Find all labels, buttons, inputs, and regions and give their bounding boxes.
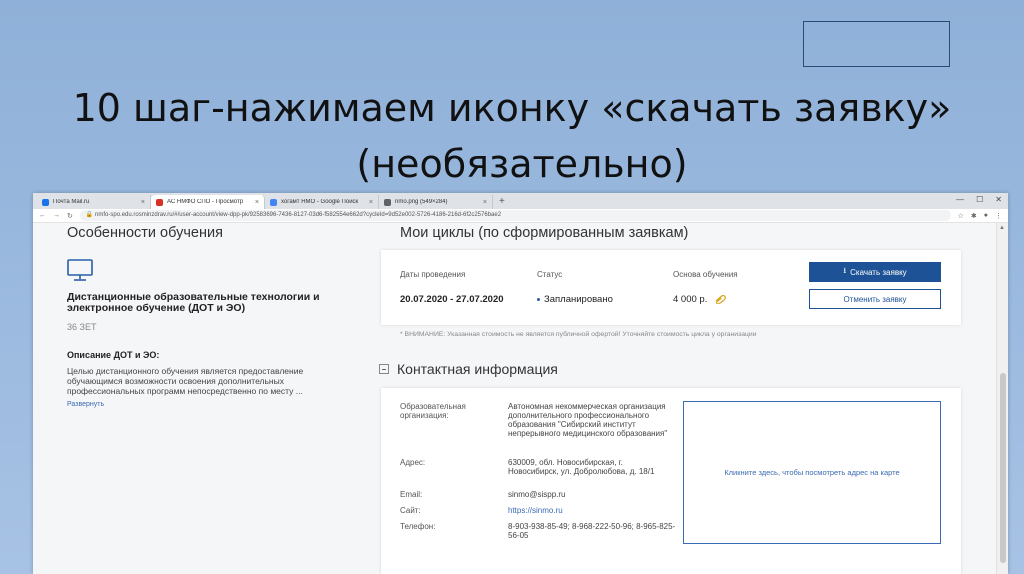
cycle-dates: 20.07.2020 - 27.07.2020 [400, 294, 504, 305]
basis-text: 4 000 р. [673, 294, 708, 305]
tab-label: nmo.png (549×284) [395, 199, 448, 205]
phone-value: 8-903-938-85-49; 8-968-222-50-96; 8-965-… [508, 522, 676, 540]
description-title: Описание ДОТ и ЭО: [67, 350, 160, 360]
monitor-icon [67, 259, 93, 281]
reload-icon[interactable]: ↻ [67, 212, 73, 220]
tab-google[interactable]: хогамт НМО - Google Поиск × [265, 195, 379, 209]
cancel-application-button[interactable]: Отменить заявку [809, 289, 941, 309]
minimize-icon[interactable]: — [956, 195, 964, 204]
org-label: Образовательная организация: [400, 402, 466, 420]
contact-heading: Контактная информация [397, 361, 558, 377]
forward-icon[interactable]: → [53, 212, 60, 219]
page-content: Особенности обучения Дистанционные образ… [33, 223, 1008, 574]
slide-title: 10 шаг-нажимаем иконку «скачать заявку» … [0, 80, 1024, 192]
close-icon[interactable]: × [369, 199, 373, 206]
site-link[interactable]: https://sinmo.ru [508, 506, 688, 515]
close-window-icon[interactable]: ✕ [995, 195, 1002, 204]
tab-label: хогамт НМО - Google Поиск [281, 199, 359, 205]
download-button-label: Скачать заявку [850, 267, 907, 277]
paperclip-icon[interactable] [714, 294, 726, 304]
tab-label: Почта Mail.ru [53, 199, 90, 205]
dates-column-header: Даты проведения [400, 270, 466, 279]
cycles-heading: Мои циклы (по сформированным заявкам) [400, 225, 689, 241]
address-bar: ← → ↻ 🔒 nmfo-spo.edu.rosminzdrav.ru/#/us… [33, 209, 1008, 223]
collapse-icon[interactable] [379, 364, 389, 374]
maximize-icon[interactable]: ☐ [976, 195, 983, 204]
status-dot-icon [537, 297, 540, 301]
tab-label: АС НМФО СПО - Просмотр [167, 199, 244, 205]
profile-icon[interactable]: ● [984, 212, 988, 219]
org-value: Автономная некоммерческая организация до… [508, 402, 668, 438]
close-icon[interactable]: × [483, 199, 487, 206]
description-text: Целью дистанционного обучения является п… [67, 366, 304, 396]
learning-form-credits: 36 ЗЕТ [67, 322, 97, 332]
close-icon[interactable]: × [141, 199, 145, 206]
url-text: nmfo-spo.edu.rosminzdrav.ru/#/user-accou… [95, 212, 502, 218]
mail-favicon-icon [42, 198, 49, 206]
cycle-basis: 4 000 р. [673, 294, 726, 305]
tab-image[interactable]: nmo.png (549×284) × [379, 195, 493, 209]
email-label: Email: [400, 490, 423, 499]
features-heading: Особенности обучения [67, 225, 223, 241]
cycle-status: Запланировано [537, 294, 613, 305]
tab-mail[interactable]: Почта Mail.ru × [37, 195, 151, 209]
image-favicon-icon [384, 198, 391, 206]
extensions-icon[interactable]: ✱ [971, 212, 977, 220]
status-text: Запланировано [544, 294, 613, 305]
address-value: 630009, обл. Новосибирская, г. Новосибир… [508, 458, 655, 476]
scroll-thumb[interactable] [1000, 373, 1006, 563]
site-label: Сайт: [400, 506, 421, 515]
scroll-up-icon[interactable]: ▲ [999, 225, 1005, 231]
basis-column-header: Основа обучения [673, 270, 738, 279]
close-icon[interactable]: × [255, 199, 259, 206]
google-favicon-icon [270, 198, 277, 206]
menu-icon[interactable]: ⋮ [995, 212, 1002, 220]
url-input[interactable]: 🔒 nmfo-spo.edu.rosminzdrav.ru/#/user-acc… [79, 210, 951, 221]
expand-link[interactable]: Развернуть [67, 401, 104, 408]
slide-title-line1: 10 шаг-нажимаем иконку «скачать заявку» [72, 86, 952, 130]
status-column-header: Статус [537, 270, 563, 279]
cycles-card: Даты проведения Статус Основа обучения 2… [381, 250, 961, 325]
email-value: sinmo@sispp.ru [508, 490, 566, 499]
slide-title-line2: (необязательно) [356, 142, 688, 186]
scrollbar[interactable]: ▲ [996, 223, 1008, 574]
lock-icon: 🔒 [85, 212, 94, 218]
back-icon[interactable]: ← [39, 212, 46, 219]
contact-card: Образовательная организация: Автономная … [381, 388, 961, 574]
star-icon[interactable]: ☆ [958, 212, 964, 220]
price-notice: * ВНИМАНИЕ: Указанная стоимость не являе… [400, 331, 757, 338]
tab-bar: Почта Mail.ru × АС НМФО СПО - Просмотр ×… [33, 193, 1008, 209]
highlight-frame [803, 21, 950, 67]
window-controls: — ☐ ✕ [956, 195, 1002, 204]
map-link-box[interactable]: Кликните здесь, чтобы посмотреть адрес н… [683, 401, 941, 544]
browser-window: Почта Mail.ru × АС НМФО СПО - Просмотр ×… [33, 193, 1008, 574]
contact-heading-row[interactable]: Контактная информация [379, 361, 558, 377]
download-application-button[interactable]: ⭳ Скачать заявку [809, 262, 941, 282]
phone-label: Телефон: [400, 522, 436, 531]
learning-form-title: Дистанционные образовательные технологии… [67, 291, 320, 314]
tab-nmfo[interactable]: АС НМФО СПО - Просмотр × [151, 195, 265, 209]
address-label: Адрес: [400, 458, 426, 467]
new-tab-button[interactable]: + [493, 195, 511, 209]
download-icon: ⭳ [843, 266, 847, 275]
nmfo-favicon-icon [156, 198, 163, 206]
